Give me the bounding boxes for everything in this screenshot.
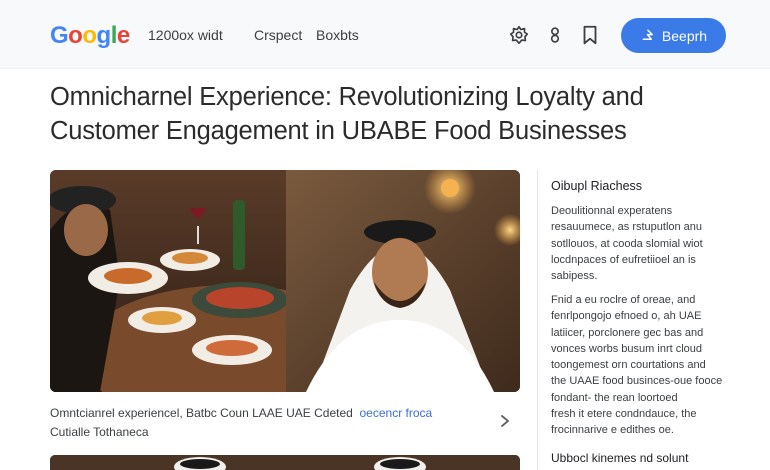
- next-photo: [50, 455, 520, 470]
- next-photo-bg: [50, 455, 520, 470]
- sidebar-line: toongemest orn courtations and: [551, 359, 706, 372]
- caption-accent[interactable]: oecencr froca: [360, 406, 433, 420]
- article-headline: Omnicharnel Experience: Revolutionizing …: [50, 80, 740, 148]
- sidebar-paragraph: Fnid a eu roclre of oreae, and fenrlpong…: [551, 292, 731, 439]
- spark-icon: [642, 29, 653, 40]
- chevron-right-icon[interactable]: [498, 413, 512, 429]
- logo-letter: g: [96, 22, 112, 49]
- sidebar-line: sotllouos, at cooda slomial wiot: [551, 237, 703, 250]
- next-photo-agal: [180, 459, 220, 469]
- headline-line: Omnicharnel Experience: Revolutionizing …: [50, 83, 644, 111]
- logo-letter: o: [68, 22, 83, 49]
- food: [172, 252, 208, 264]
- logo-letter: o: [82, 22, 97, 49]
- google-logo[interactable]: Google: [50, 22, 130, 50]
- next-photo-agal: [380, 459, 420, 469]
- top-bar: Google 1200ox widt Crspect Boxbts Beeprh: [0, 0, 770, 69]
- sidebar-line: Deoulitionnal experatens: [551, 205, 673, 217]
- sidebar-subheading: Ubbocl kinemes nd solunt: [551, 451, 689, 465]
- sidebar-title: Oibupl Riachess: [551, 179, 643, 193]
- sidebar-line: fresh it etere condndauce, the: [551, 408, 697, 421]
- nav-link-boxbts[interactable]: Boxbts: [316, 27, 359, 43]
- food: [206, 340, 258, 356]
- caption-text: Cutialle Tothaneca: [50, 425, 149, 439]
- article-image[interactable]: [50, 170, 520, 392]
- sidebar: Oibupl Riachess Deoulitionnal experatens…: [537, 170, 738, 470]
- sidebar-line: locdnpaces of eufretiioel an is: [551, 253, 696, 266]
- hero-photo: [50, 170, 520, 392]
- sidebar-paragraph: Deoulitionnal experatens resauumece, as …: [551, 203, 731, 284]
- sidebar-line: fondant- the rean loortoed: [551, 391, 678, 404]
- image-caption: Omntcianrel experiencel, Batbc Coun LAAE…: [50, 404, 490, 442]
- food: [104, 268, 152, 284]
- sidebar-line: Fnid a eu roclre of oreae, and: [551, 294, 696, 306]
- sidebar-line: sabipess.: [551, 270, 598, 283]
- search-button[interactable]: Beeprh: [621, 18, 726, 53]
- food: [142, 311, 182, 325]
- bottle: [233, 200, 245, 270]
- gear-icon[interactable]: [508, 24, 530, 46]
- lamp: [441, 179, 459, 197]
- sidebar-line: frocinnarive e edithes oe.: [551, 424, 674, 437]
- caption-text: Omntcianrel experiencel, Batbc Coun LAAE…: [50, 406, 353, 420]
- next-article-image[interactable]: [50, 455, 520, 470]
- logo-letter: e: [116, 22, 130, 49]
- nav-link-crspect[interactable]: Crspect: [254, 27, 302, 43]
- sidebar-line: vonces worbs busum inrt cloud: [551, 342, 703, 355]
- sidebar-line: fenrlpongojo efnoed o, ah UAE: [551, 310, 702, 323]
- bookmark-icon[interactable]: [579, 24, 601, 46]
- sidebar-line: latiicer, porclonere gec bas and: [551, 326, 704, 339]
- wine-glass-stem: [197, 226, 199, 244]
- pin-icon[interactable]: [544, 24, 566, 46]
- search-button-label: Beeprh: [661, 27, 708, 44]
- nav-link-width[interactable]: 1200ox widt: [148, 27, 223, 43]
- logo-letter: G: [50, 22, 69, 49]
- headline-line: Customer Engagement in UBABE Food Busine…: [50, 117, 627, 145]
- food: [206, 287, 274, 309]
- diner-face: [64, 204, 108, 256]
- sidebar-line: the UAAE food businces-oue fooce: [551, 375, 723, 388]
- sidebar-line: resauumece, as rstuputlon anu: [551, 221, 703, 234]
